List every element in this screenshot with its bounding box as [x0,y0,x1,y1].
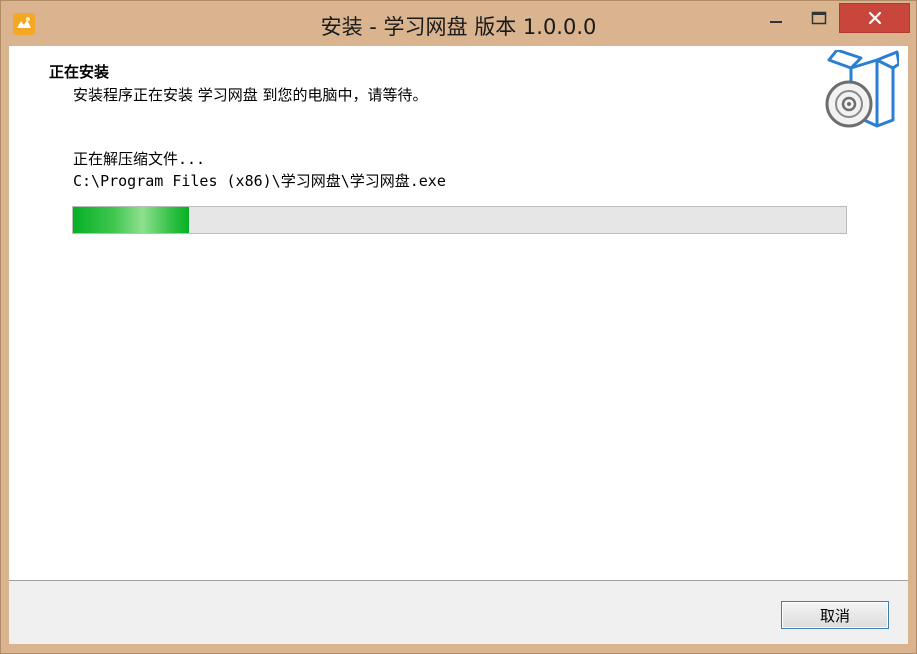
status-label: 正在解压缩文件... [73,150,206,168]
maximize-button[interactable] [804,3,834,33]
progress-bar [72,206,847,234]
close-icon [868,11,881,25]
software-box-disc-icon [821,48,901,130]
minimize-icon [770,21,782,23]
installer-window: 安装 - 学习网盘 版本 1.0.0.0 正在安装 安装程序正在安装 学习网盘 … [0,0,917,654]
minimize-button[interactable] [761,3,791,33]
close-button[interactable] [839,3,910,33]
footer-bar: 取消 [9,581,908,644]
page-title: 正在安装 [49,63,110,81]
page-subtitle: 安装程序正在安装 学习网盘 到您的电脑中，请等待。 [73,86,428,104]
install-panel: 正在安装 安装程序正在安装 学习网盘 到您的电脑中，请等待。 正在解压缩文件..… [9,45,908,581]
maximize-icon [811,11,827,25]
title-bar[interactable]: 安装 - 学习网盘 版本 1.0.0.0 [1,1,916,45]
current-file-path: C:\Program Files (x86)\学习网盘\学习网盘.exe [73,172,446,190]
progress-fill [73,207,189,233]
cancel-button[interactable]: 取消 [781,601,889,629]
